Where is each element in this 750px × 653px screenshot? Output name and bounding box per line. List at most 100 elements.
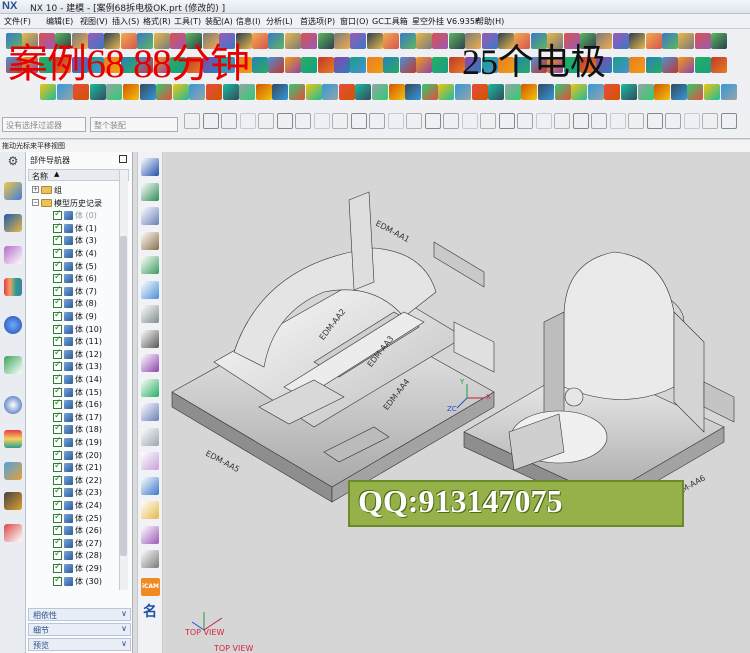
toolbar-command-icon[interactable] (554, 113, 570, 129)
visibility-checkbox[interactable] (53, 348, 62, 359)
toolbar-command-icon[interactable] (711, 57, 728, 73)
feature-command-icon[interactable] (141, 501, 159, 519)
toolbar-command-icon[interactable] (399, 33, 416, 49)
toolbar-command-icon[interactable] (455, 84, 471, 100)
toolbar-command-icon[interactable] (350, 113, 367, 129)
menu-format[interactable]: 格式(R) (143, 16, 171, 27)
toolbar-command-icon[interactable] (621, 84, 637, 100)
icam-button[interactable]: iCAM (141, 578, 160, 596)
toolbar-command-icon[interactable] (629, 57, 646, 73)
feature-command-icon[interactable] (141, 403, 159, 421)
visibility-checkbox[interactable] (53, 512, 62, 523)
visibility-checkbox[interactable] (53, 209, 62, 221)
toolbar-command-icon[interactable] (521, 84, 538, 100)
toolbar-command-icon[interactable] (366, 57, 383, 73)
reuse-library-icon[interactable] (4, 278, 22, 296)
feature-command-icon[interactable] (141, 329, 159, 348)
menu-edit[interactable]: 编辑(E) (46, 16, 73, 27)
menu-info[interactable]: 信息(I) (236, 16, 261, 27)
toolbar-command-icon[interactable] (387, 113, 404, 129)
toolbar-command-icon[interactable] (538, 84, 554, 100)
menu-gc-toolkit[interactable]: GC工具箱 (372, 16, 408, 27)
feature-command-icon[interactable] (141, 452, 159, 470)
part-navigator-icon[interactable] (4, 246, 22, 264)
visibility-checkbox[interactable] (53, 537, 62, 548)
toolbar-command-icon[interactable] (424, 113, 441, 129)
toolbar-command-icon[interactable] (399, 57, 416, 73)
name-tool-button[interactable]: 名 (143, 601, 157, 621)
toolbar-command-icon[interactable] (272, 84, 289, 100)
toolbar-command-icon[interactable] (252, 57, 268, 73)
toolbar-command-icon[interactable] (239, 113, 256, 129)
visibility-checkbox[interactable] (53, 260, 62, 271)
toolbar-command-icon[interactable] (665, 113, 681, 129)
toolbar-command-icon[interactable] (517, 113, 533, 129)
toolbar-command-icon[interactable] (711, 33, 728, 49)
feature-command-icon[interactable] (141, 525, 159, 544)
feature-command-icon[interactable] (141, 305, 159, 323)
toolbar-command-icon[interactable] (268, 33, 285, 49)
toolbar-command-icon[interactable] (252, 33, 268, 49)
toolbar-command-icon[interactable] (535, 113, 552, 129)
menu-xingkong-plugin[interactable]: 星空外挂 V6.935F (412, 16, 480, 27)
navigator-maximize-button[interactable] (119, 155, 127, 163)
toolbar-command-icon[interactable] (284, 33, 301, 49)
toolbar-command-icon[interactable] (654, 84, 671, 100)
visibility-checkbox[interactable] (53, 549, 62, 561)
toolbar-command-icon[interactable] (504, 84, 521, 100)
toolbar-command-icon[interactable] (720, 84, 737, 100)
feature-command-icon[interactable] (141, 476, 159, 495)
toolbar-command-icon[interactable] (645, 33, 662, 49)
toolbar-command-icon[interactable] (683, 113, 700, 129)
visibility-checkbox[interactable] (53, 562, 62, 573)
web-browser-icon[interactable] (4, 316, 22, 334)
toolbar-command-icon[interactable] (416, 33, 432, 49)
toolbar-command-icon[interactable] (637, 84, 654, 100)
feature-command-icon[interactable] (141, 354, 159, 372)
visibility-checkbox[interactable] (53, 247, 62, 258)
menu-help[interactable]: 帮助(H) (476, 16, 504, 27)
toolbar-command-icon[interactable] (406, 113, 422, 129)
toolbar-command-icon[interactable] (332, 113, 348, 129)
toolbar-command-icon[interactable] (366, 33, 383, 49)
accordion-preview[interactable]: 预览 ∨ (28, 638, 131, 651)
toolbar-command-icon[interactable] (383, 57, 400, 73)
toolbar-command-icon[interactable] (628, 113, 644, 129)
toolbar-command-icon[interactable] (471, 84, 488, 100)
visibility-checkbox[interactable] (53, 575, 62, 586)
toolbar-command-icon[interactable] (350, 33, 367, 49)
navigator-scroll-thumb[interactable] (120, 236, 127, 556)
toolbar-command-icon[interactable] (662, 57, 678, 73)
history-icon[interactable] (4, 356, 22, 374)
toolbar-command-icon[interactable] (662, 33, 678, 49)
toolbar-command-icon[interactable] (432, 33, 449, 49)
feature-command-icon[interactable] (141, 280, 159, 299)
toolbar-command-icon[interactable] (369, 113, 385, 129)
toolbar-command-icon[interactable] (350, 57, 367, 73)
toolbar-command-icon[interactable] (704, 84, 720, 100)
toolbar-command-icon[interactable] (646, 113, 663, 129)
menu-window[interactable]: 窗口(O) (340, 16, 369, 27)
toolbar-command-icon[interactable] (461, 113, 478, 129)
visibility-checkbox[interactable] (53, 297, 62, 309)
menu-file[interactable]: 文件(F) (4, 16, 31, 27)
visibility-checkbox[interactable] (53, 398, 62, 410)
toolbar-command-icon[interactable] (301, 57, 318, 73)
feature-command-icon[interactable] (141, 182, 159, 201)
toolbar-command-icon[interactable] (670, 84, 687, 100)
toolbar-command-icon[interactable] (678, 57, 695, 73)
toolbar-command-icon[interactable] (276, 113, 293, 129)
toolbar-command-icon[interactable] (383, 33, 400, 49)
toolbar-command-icon[interactable] (591, 113, 607, 129)
menu-tools[interactable]: 工具(T) (174, 16, 201, 27)
toolbar-command-icon[interactable] (258, 113, 274, 129)
toolbar-command-icon[interactable] (702, 113, 718, 129)
assembly-navigator-icon[interactable] (4, 182, 22, 200)
manufacturing-wizard-icon[interactable] (4, 492, 22, 510)
visibility-checkbox[interactable] (53, 524, 62, 536)
toolbar-command-icon[interactable] (284, 57, 301, 73)
toolbar-command-icon[interactable] (480, 113, 496, 129)
visibility-checkbox[interactable] (53, 272, 62, 284)
toolbar-command-icon[interactable] (313, 113, 330, 129)
visibility-checkbox[interactable] (53, 323, 62, 334)
